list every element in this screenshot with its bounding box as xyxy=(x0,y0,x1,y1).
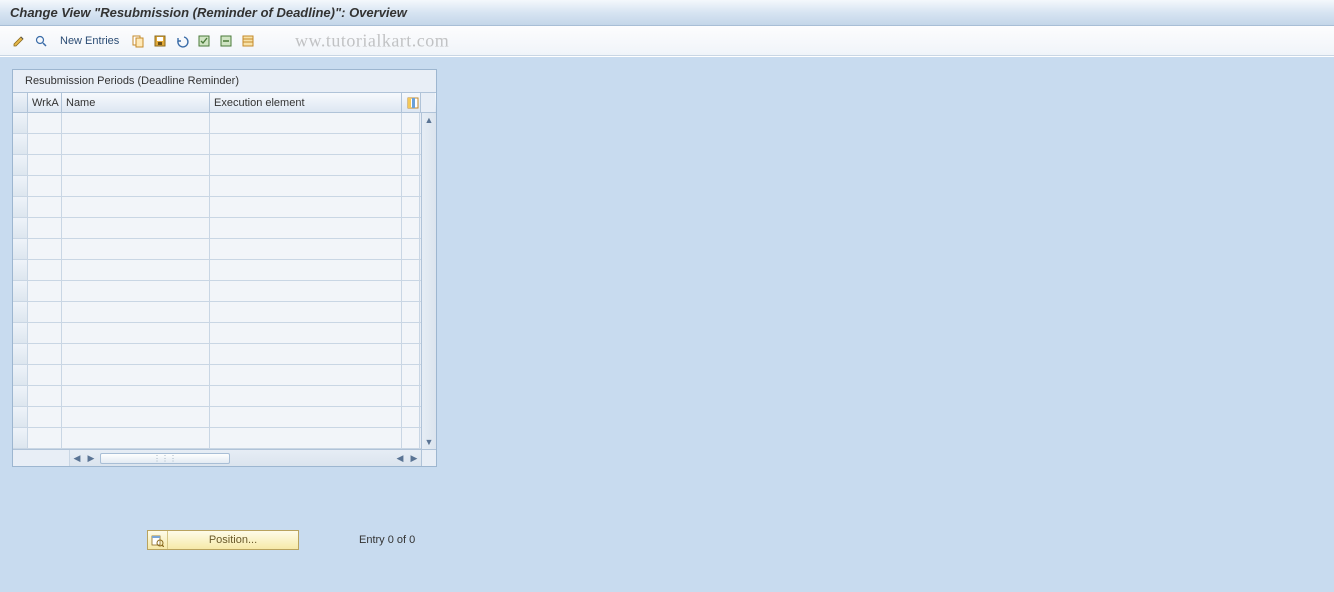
scroll-left-icon[interactable]: ◀ xyxy=(70,450,84,466)
table-row[interactable] xyxy=(13,386,421,407)
grid-body xyxy=(13,113,421,449)
vertical-scrollbar[interactable]: ▲ ▼ xyxy=(421,113,436,449)
scroll-up-icon[interactable]: ▲ xyxy=(423,113,436,127)
scroll-right-icon[interactable]: ▶ xyxy=(407,450,421,466)
scroll-left-end-icon[interactable]: ◀ xyxy=(393,450,407,466)
deselect-all-icon[interactable] xyxy=(217,32,235,50)
save-icon[interactable] xyxy=(151,32,169,50)
position-label: Position... xyxy=(168,531,298,549)
column-execution-element[interactable]: Execution element xyxy=(210,93,402,112)
toolbar: New Entries ww.tutorialkart.com xyxy=(0,26,1334,56)
new-entries-button[interactable]: New Entries xyxy=(54,35,125,47)
column-wrka[interactable]: WrkA xyxy=(28,93,62,112)
entry-counter: Entry 0 of 0 xyxy=(359,534,415,546)
undo-icon[interactable] xyxy=(173,32,191,50)
table-row[interactable] xyxy=(13,113,421,134)
resubmission-panel: Resubmission Periods (Deadline Reminder)… xyxy=(12,69,437,467)
table-row[interactable] xyxy=(13,155,421,176)
panel-title: Resubmission Periods (Deadline Reminder) xyxy=(13,70,436,92)
title-bar: Change View "Resubmission (Reminder of D… xyxy=(0,0,1334,26)
delimit-icon[interactable] xyxy=(239,32,257,50)
horizontal-scrollbar[interactable]: ◀ ▶ ⋮⋮⋮ ◀ ▶ xyxy=(70,450,421,466)
table-row[interactable] xyxy=(13,218,421,239)
footer: Position... Entry 0 of 0 xyxy=(147,530,415,550)
scroll-thumb[interactable]: ⋮⋮⋮ xyxy=(100,453,230,464)
position-button[interactable]: Position... xyxy=(147,530,299,550)
table-row[interactable] xyxy=(13,176,421,197)
scroll-right-inner-icon[interactable]: ▶ xyxy=(84,450,98,466)
table-row[interactable] xyxy=(13,134,421,155)
grid-header: WrkA Name Execution element xyxy=(13,93,436,113)
table-row[interactable] xyxy=(13,302,421,323)
configure-columns-icon[interactable] xyxy=(402,93,420,112)
table-row[interactable] xyxy=(13,407,421,428)
table-row[interactable] xyxy=(13,197,421,218)
table-row[interactable] xyxy=(13,323,421,344)
position-icon xyxy=(148,531,168,549)
select-all-icon[interactable] xyxy=(195,32,213,50)
grid: WrkA Name Execution element xyxy=(13,92,436,466)
content-area: Resubmission Periods (Deadline Reminder)… xyxy=(0,56,1334,592)
column-name[interactable]: Name xyxy=(62,93,210,112)
table-row[interactable] xyxy=(13,428,421,449)
table-row[interactable] xyxy=(13,239,421,260)
table-row[interactable] xyxy=(13,281,421,302)
find-icon[interactable] xyxy=(32,32,50,50)
change-icon[interactable] xyxy=(10,32,28,50)
page-title: Change View "Resubmission (Reminder of D… xyxy=(10,5,407,20)
watermark-text: ww.tutorialkart.com xyxy=(295,30,449,51)
table-row[interactable] xyxy=(13,365,421,386)
copy-icon[interactable] xyxy=(129,32,147,50)
table-row[interactable] xyxy=(13,344,421,365)
table-row[interactable] xyxy=(13,260,421,281)
scroll-down-icon[interactable]: ▼ xyxy=(423,435,436,449)
select-all-column[interactable] xyxy=(13,93,28,112)
